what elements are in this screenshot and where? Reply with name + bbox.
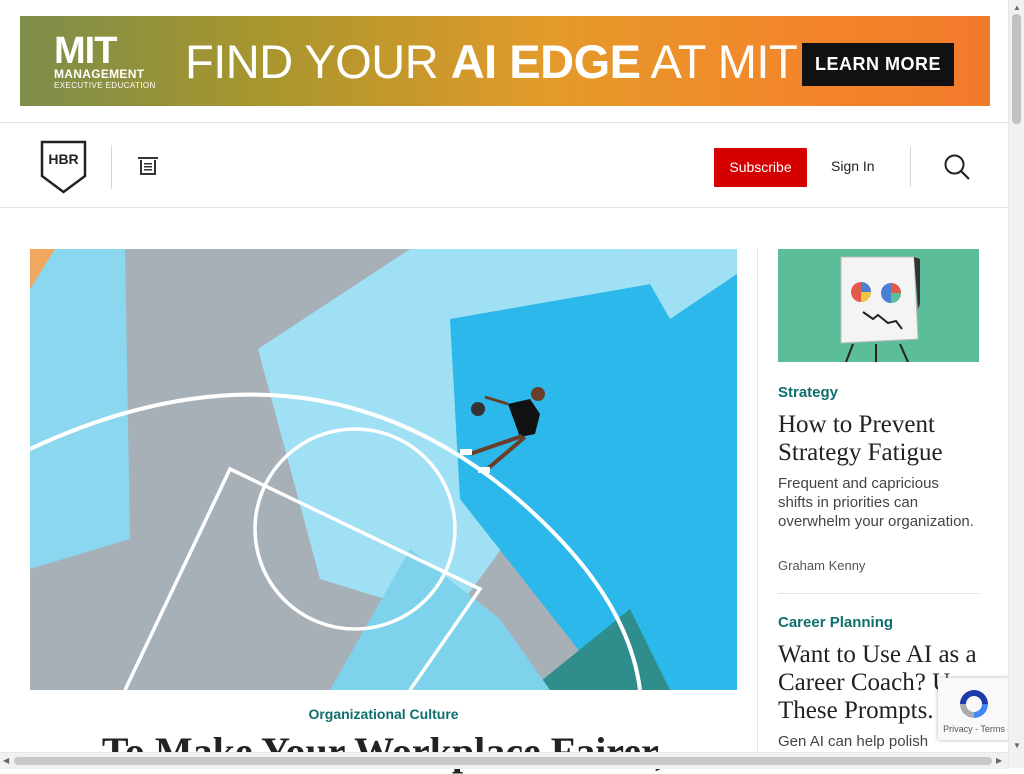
- main-article-image[interactable]: [30, 249, 737, 690]
- hbr-logo-text: HBR: [48, 151, 78, 167]
- vertical-scroll-thumb[interactable]: [1012, 14, 1021, 124]
- sidebar-divider: [778, 593, 979, 594]
- menu-icon[interactable]: [137, 156, 159, 176]
- sidebar-article-2-category[interactable]: Career Planning: [778, 614, 893, 631]
- ad-headline-prefix: FIND YOUR: [185, 35, 451, 88]
- sidebar-article-1-description: Frequent and capricious shifts in priori…: [778, 475, 974, 530]
- scroll-down-arrow-icon[interactable]: ▼: [1013, 741, 1021, 750]
- site-header: HBR Subscribe Sign In: [0, 123, 1008, 208]
- ad-headline-suffix: AT MIT: [640, 35, 798, 88]
- sign-in-link[interactable]: Sign In: [831, 158, 875, 174]
- sidebar-article-1-title[interactable]: How to Prevent Strategy Fatigue: [778, 411, 988, 467]
- ad-headline: FIND YOUR AI EDGE AT MIT: [185, 35, 798, 88]
- sidebar-article-1-author[interactable]: Graham Kenny: [778, 558, 865, 573]
- header-divider-right: [910, 147, 911, 187]
- recaptcha-terms[interactable]: Privacy - Terms: [938, 724, 1010, 734]
- vertical-scrollbar[interactable]: ▲ ▼: [1008, 0, 1024, 768]
- ad-headline-bold: AI EDGE: [450, 35, 641, 88]
- scroll-right-arrow-icon[interactable]: ▶: [996, 756, 1002, 765]
- mit-logo: MIT MANAGEMENT EXECUTIVE EDUCATION: [54, 30, 156, 91]
- horizontal-scroll-thumb[interactable]: [14, 757, 992, 765]
- subscribe-button[interactable]: Subscribe: [714, 148, 807, 187]
- horizontal-scrollbar[interactable]: ◀ ▶: [0, 752, 1008, 769]
- hbr-logo[interactable]: HBR: [40, 140, 87, 194]
- search-icon[interactable]: [943, 153, 971, 181]
- main-article-category[interactable]: Organizational Culture: [30, 706, 737, 722]
- header-divider: [111, 145, 112, 189]
- recaptcha-icon: [956, 686, 992, 722]
- ad-banner-area: MIT MANAGEMENT EXECUTIVE EDUCATION FIND …: [0, 0, 1008, 123]
- recaptcha-badge[interactable]: Privacy - Terms: [938, 678, 1010, 740]
- sidebar-article-1-category[interactable]: Strategy: [778, 384, 838, 401]
- scroll-left-arrow-icon[interactable]: ◀: [3, 756, 9, 765]
- learn-more-button[interactable]: LEARN MORE: [802, 43, 954, 86]
- mit-logo-management: MANAGEMENT: [54, 67, 145, 81]
- sidebar-article-1-image[interactable]: [778, 249, 979, 362]
- mit-logo-text: MIT: [54, 30, 117, 72]
- column-divider: [757, 249, 758, 769]
- mit-logo-exec: EXECUTIVE EDUCATION: [54, 81, 156, 90]
- scroll-up-arrow-icon[interactable]: ▲: [1013, 3, 1021, 12]
- ad-banner[interactable]: MIT MANAGEMENT EXECUTIVE EDUCATION FIND …: [20, 16, 990, 106]
